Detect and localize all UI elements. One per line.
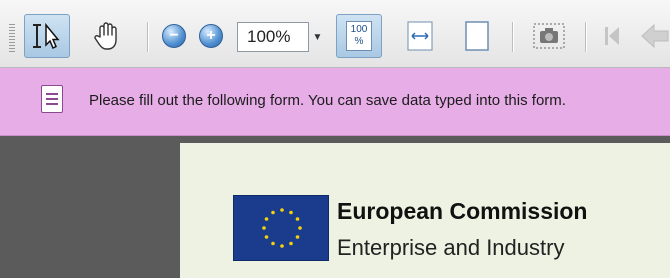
organization-department: Enterprise and Industry [337,235,565,260]
hand-tool-button[interactable] [84,14,130,58]
actual-size-label-top: 100 [350,24,368,35]
plus-circle-icon: + [206,27,216,44]
first-page-icon [605,27,619,45]
fit-width-button[interactable] [397,14,443,58]
document-page: European Commission Enterprise and Indus… [180,143,670,278]
form-document-icon [41,85,63,113]
minus-circle-icon: − [169,27,179,44]
fit-width-icon [407,21,433,51]
actual-size-label-bottom: % [354,36,364,47]
zoom-out-button[interactable]: − [162,24,186,48]
zoom-value: 100% [247,27,291,46]
toolbar-grip[interactable] [9,24,15,52]
eu-flag-logo [233,195,329,261]
toolbar-separator [147,22,149,52]
toolbar-separator [585,22,587,52]
zoom-dropdown-button[interactable]: ▼ [309,22,326,52]
form-message: Please fill out the following form. You … [89,92,566,109]
actual-size-100-icon: 100 % [346,21,372,51]
previous-page-button[interactable] [638,14,670,58]
organization-name: European Commission [337,198,588,224]
fit-page-button[interactable] [454,14,500,58]
form-notification-bar: Please fill out the following form. You … [0,68,670,136]
select-tool-button[interactable] [24,14,70,58]
first-page-button[interactable] [595,14,629,58]
actual-size-button[interactable]: 100 % [336,14,382,58]
text-select-cursor-icon [33,22,60,50]
snapshot-tool-button[interactable] [526,14,572,58]
pdf-toolbar: − + 100% ▼ 100 % [0,0,670,68]
previous-page-icon [641,23,669,49]
zoom-in-button[interactable]: + [199,24,223,48]
chevron-down-icon: ▼ [312,31,323,43]
zoom-input[interactable]: 100% [237,22,309,52]
hand-icon [94,22,117,50]
camera-icon [533,23,565,49]
toolbar-separator [512,22,514,52]
fit-page-icon [465,21,489,51]
